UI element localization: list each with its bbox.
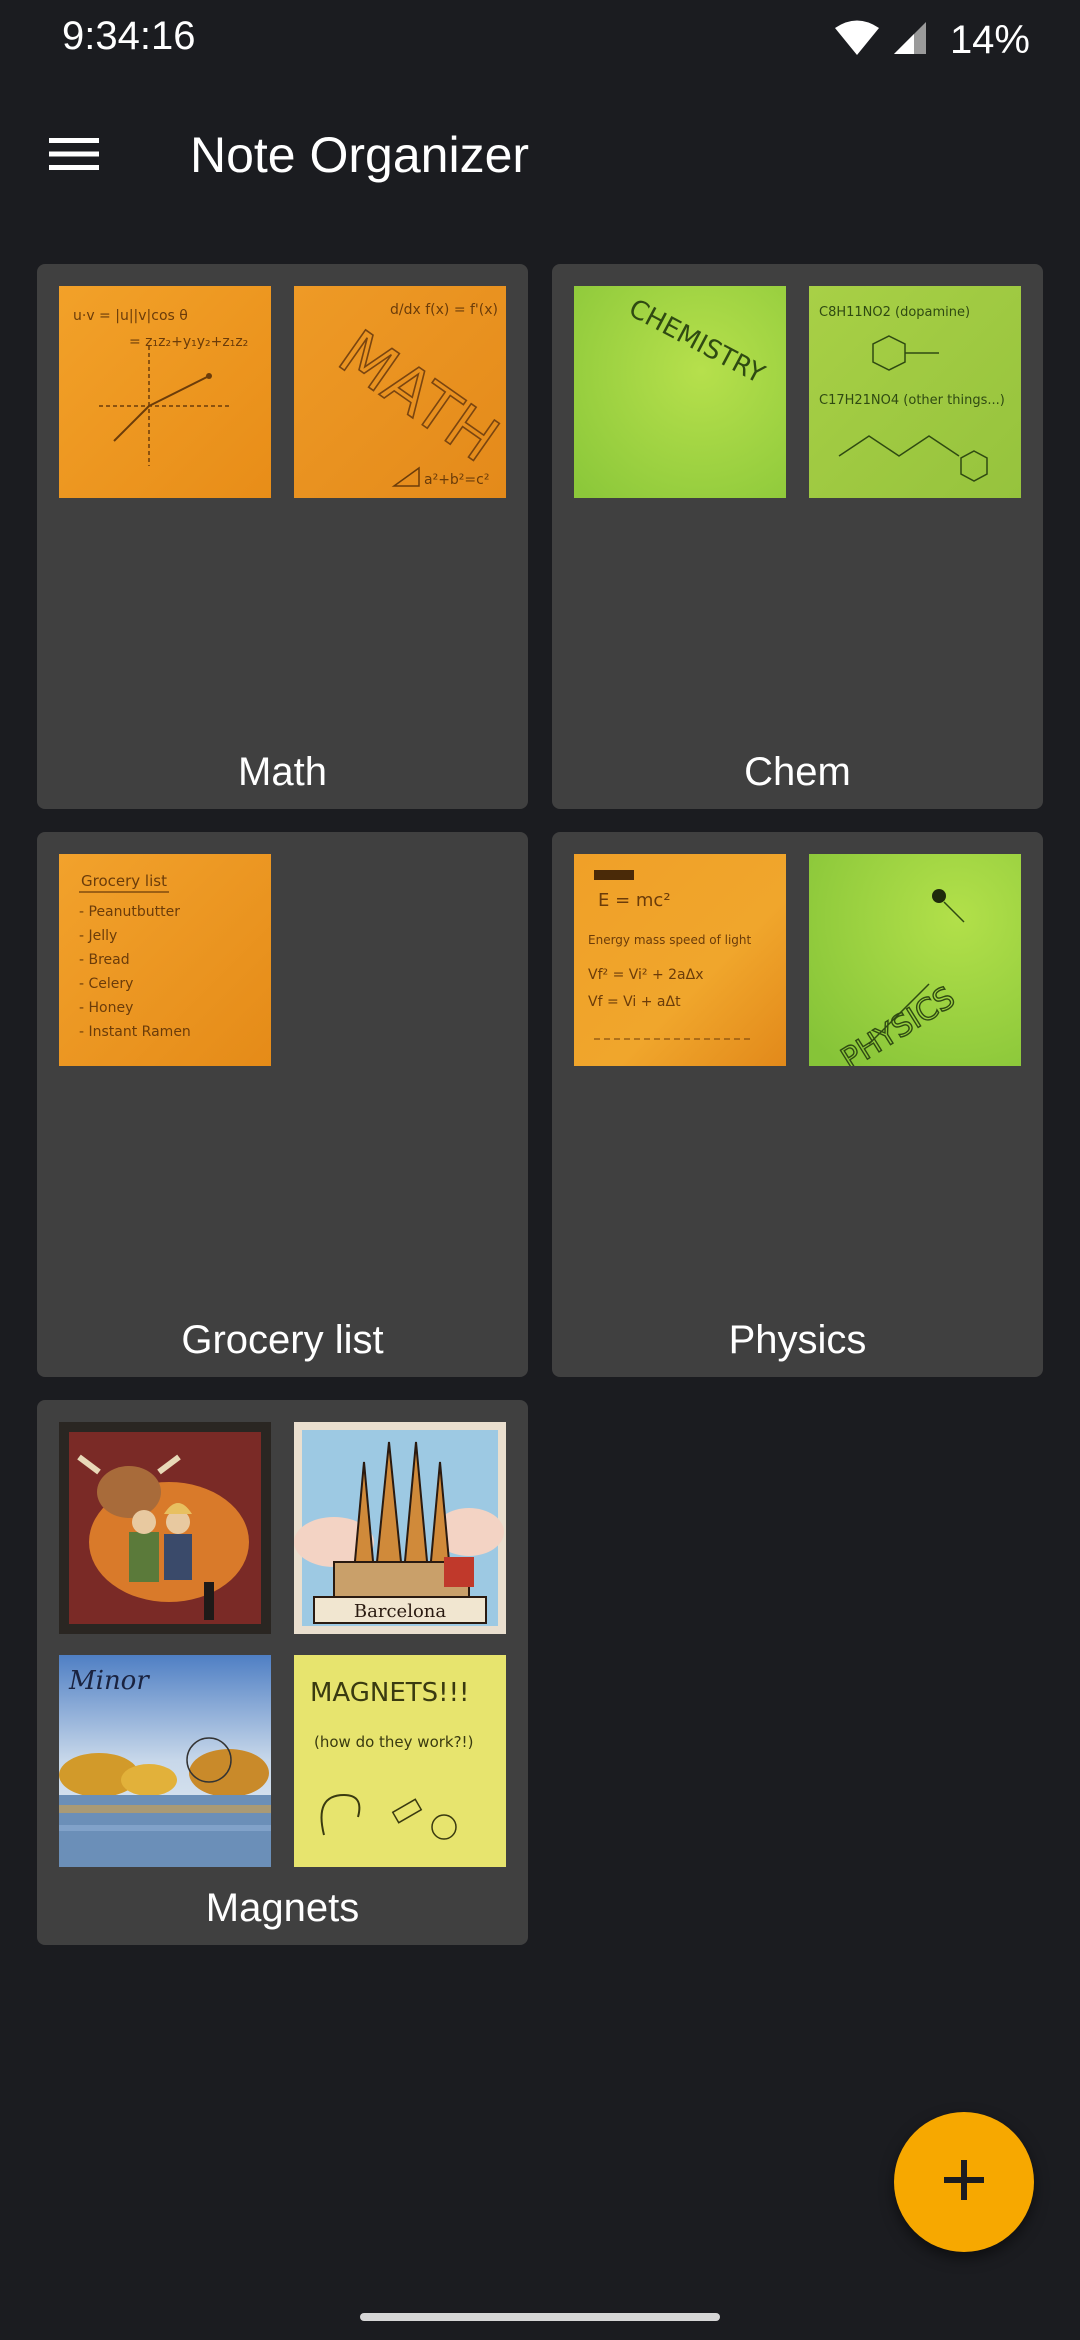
svg-text:a²+b²=c²: a²+b²=c² [424,472,489,488]
folder-label: Chem [744,750,851,794]
svg-text:- Bread: - Bread [79,952,130,968]
folder-card-chem[interactable]: CHEMISTRY C8H11NO2 (dopamine) C17H21NO4 … [552,264,1043,809]
folder-card-grocery-list[interactable]: Grocery list - Peanutbutter - Jelly - Br… [37,832,528,1377]
folder-card-math[interactable]: u·v = |u||v|cos θ = z₁z₂+y₁y₂+z₁z₂ MATH … [37,264,528,809]
folder-label: Magnets [205,1886,360,1930]
wifi-icon [834,19,880,62]
svg-text:- Celery: - Celery [79,976,133,992]
note-thumbnail[interactable]: MAGNETS!!! (how do they work?!) [294,1655,506,1867]
note-thumbnail[interactable]: C8H11NO2 (dopamine) C17H21NO4 (other thi… [809,286,1021,498]
svg-text:Minor: Minor [68,1666,150,1696]
note-thumbnail[interactable]: E = mc² Energy mass speed of light Vf² =… [574,854,786,1066]
app-title: Note Organizer [190,127,530,183]
folder-card-physics[interactable]: E = mc² Energy mass speed of light Vf² =… [552,832,1043,1377]
note-thumbnail[interactable]: PHYSICS [809,854,1021,1066]
status-icons: 14% [834,12,1030,68]
svg-text:E = mc²: E = mc² [598,890,671,911]
svg-text:Vf² = Vi² + 2aΔx: Vf² = Vi² + 2aΔx [588,967,704,983]
home-indicator[interactable] [360,2313,720,2321]
svg-text:Barcelona: Barcelona [354,1601,446,1622]
hamburger-menu-icon [49,136,99,177]
svg-text:MAGNETS!!!: MAGNETS!!! [310,1678,469,1708]
svg-text:C8H11NO2 (dopamine): C8H11NO2 (dopamine) [819,305,970,320]
svg-text:= z₁z₂+y₁y₂+z₁z₂: = z₁z₂+y₁y₂+z₁z₂ [129,334,248,350]
add-note-button[interactable] [894,2112,1034,2252]
svg-text:u·v = |u||v|cos θ: u·v = |u||v|cos θ [73,308,188,324]
svg-text:- Instant Ramen: - Instant Ramen [79,1024,191,1040]
svg-text:Vf = Vi + aΔt: Vf = Vi + aΔt [588,994,681,1010]
svg-text:- Jelly: - Jelly [79,928,117,944]
cell-signal-icon [892,20,928,61]
folder-label: Grocery list [181,1318,384,1362]
folder-card-magnets[interactable]: Barcelona Minor MAGNETS!!! (how do they … [37,1400,528,1945]
status-time: 9:34:16 [62,14,196,58]
note-thumbnail[interactable]: Barcelona [294,1422,506,1634]
folder-label: Physics [728,1318,867,1362]
plus-icon [942,2158,986,2207]
svg-text:C17H21NO4 (other things...): C17H21NO4 (other things...) [819,393,1005,408]
screen: 9:34:16 14% Note Organizer u·v = |u||v|c… [0,0,1080,2340]
menu-button[interactable] [34,120,114,192]
note-thumbnail[interactable]: CHEMISTRY [574,286,786,498]
app-bar: Note Organizer [0,100,1080,212]
folder-label: Math [238,750,327,794]
note-thumbnail[interactable] [59,1422,271,1634]
note-thumbnail[interactable]: Minor [59,1655,271,1867]
svg-text:Grocery list: Grocery list [81,872,167,890]
svg-text:Energy mass speed of light: Energy mass speed of light [588,933,752,947]
svg-text:- Peanutbutter: - Peanutbutter [79,904,180,920]
svg-text:(how do they work?!): (how do they work?!) [314,1733,473,1751]
svg-text:d/dx f(x) = f'(x): d/dx f(x) = f'(x) [390,302,498,318]
note-thumbnail[interactable]: MATH d/dx f(x) = f'(x) a²+b²=c² [294,286,506,498]
svg-text:- Honey: - Honey [79,1000,133,1016]
status-bar: 9:34:16 14% [0,0,1080,80]
note-thumbnail[interactable]: u·v = |u||v|cos θ = z₁z₂+y₁y₂+z₁z₂ [59,286,271,498]
note-thumbnail[interactable]: Grocery list - Peanutbutter - Jelly - Br… [59,854,271,1066]
battery-percent: 14% [949,17,1030,62]
